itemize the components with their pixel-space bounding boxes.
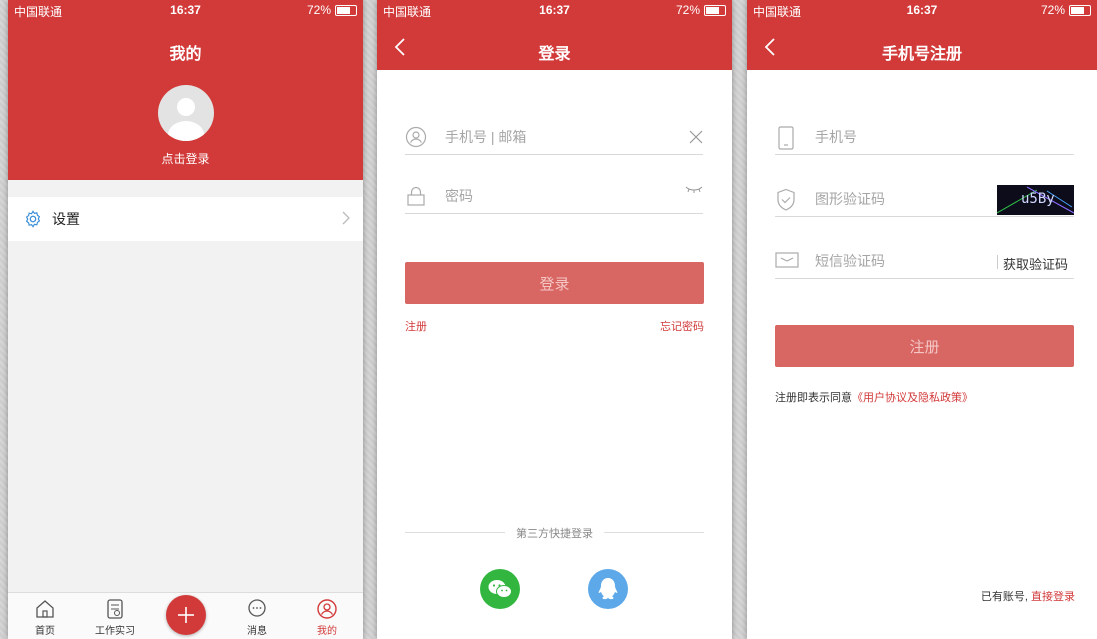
tab-mine-label: 我的: [317, 626, 337, 637]
home-icon: [36, 600, 54, 618]
user-silhouette-icon: [168, 98, 204, 141]
page-title: 登录: [538, 46, 571, 63]
qq-login-button[interactable]: [588, 569, 628, 609]
third-party-label: 第三方快捷登录: [516, 528, 593, 540]
sms-code-field: 获取验证码: [775, 246, 1074, 279]
battery-percent: 72%: [306, 3, 331, 17]
register-link[interactable]: 注册: [405, 318, 427, 334]
lock-icon: [407, 186, 425, 206]
password-field: [405, 181, 703, 214]
captcha-field: u5By: [775, 184, 1074, 217]
wechat-icon: [488, 580, 512, 598]
page-title: 我的: [169, 46, 202, 63]
gear-icon: [25, 210, 41, 228]
page-title: 手机号注册: [881, 46, 962, 63]
chevron-right-icon: [342, 211, 350, 225]
settings-row[interactable]: 设置: [8, 197, 363, 241]
login-prompt[interactable]: 点击登录: [8, 150, 363, 167]
user-circle-icon: [317, 599, 337, 619]
password-input[interactable]: [443, 187, 647, 205]
register-screen: 中国联通 16:37 72% 手机号注册 u5By: [747, 0, 1097, 639]
battery-percent: 72%: [1040, 3, 1065, 17]
agreement-prefix: 注册即表示同意: [775, 392, 852, 404]
battery-icon: [1069, 4, 1091, 16]
tab-home[interactable]: 首页: [15, 598, 75, 637]
tab-internship[interactable]: 工作实习: [85, 598, 145, 637]
publish-button[interactable]: [166, 595, 206, 635]
login-button[interactable]: 登录: [405, 262, 704, 304]
phone-icon: [778, 126, 794, 150]
divider-right: [604, 532, 704, 533]
clear-icon[interactable]: [689, 130, 703, 144]
document-icon: [107, 599, 123, 619]
battery-icon: [335, 4, 357, 16]
plus-icon: [178, 607, 194, 623]
chat-bubble-icon: [248, 599, 266, 617]
agreement-text: 注册即表示同意《用户协议及隐私政策》: [775, 389, 973, 405]
tab-mine[interactable]: 我的: [297, 598, 357, 637]
sms-code-input[interactable]: [813, 252, 1017, 270]
status-bar: 中国联通 16:37 72%: [377, 0, 732, 20]
phone-input[interactable]: [813, 128, 1017, 146]
captcha-text: u5By: [1021, 191, 1055, 207]
tab-home-label: 首页: [35, 626, 55, 637]
phone-field: [775, 122, 1074, 155]
eye-closed-icon[interactable]: [685, 185, 703, 195]
status-bar: 中国联通 16:37 72%: [8, 0, 363, 20]
captcha-image[interactable]: u5By: [997, 185, 1074, 215]
wechat-login-button[interactable]: [480, 569, 520, 609]
tab-internship-label: 工作实习: [95, 626, 135, 637]
envelope-icon: [775, 252, 799, 268]
has-account-text: 已有账号,: [980, 591, 1028, 603]
battery-icon: [704, 4, 726, 16]
captcha-input[interactable]: [813, 190, 1017, 208]
sms-divider: [997, 255, 998, 269]
user-icon: [405, 126, 427, 148]
profile-screen: 中国联通 16:37 72% 我的 点击登录 设置 首页 工作实习 消息 我的: [8, 0, 363, 639]
register-button[interactable]: 注册: [775, 325, 1074, 367]
agreement-link[interactable]: 《用户协议及隐私政策》: [852, 392, 973, 404]
tab-messages-label: 消息: [247, 626, 267, 637]
account-input[interactable]: [443, 128, 647, 146]
login-screen: 中国联通 16:37 72% 登录 登录 注册 忘记密码: [377, 0, 732, 639]
qq-icon: [598, 578, 618, 600]
get-code-button[interactable]: 获取验证码: [1003, 254, 1068, 273]
forgot-password-link[interactable]: 忘记密码: [660, 318, 704, 334]
shield-check-icon: [777, 188, 795, 211]
account-field: [405, 122, 703, 155]
tab-messages[interactable]: 消息: [227, 598, 287, 637]
direct-login-link[interactable]: 直接登录: [1031, 591, 1075, 603]
login-redirect: 已有账号, 直接登录: [981, 588, 1075, 604]
settings-label: 设置: [52, 211, 80, 227]
avatar[interactable]: [158, 85, 214, 141]
battery-percent: 72%: [675, 3, 700, 17]
status-bar: 中国联通 16:37 72%: [747, 0, 1097, 20]
